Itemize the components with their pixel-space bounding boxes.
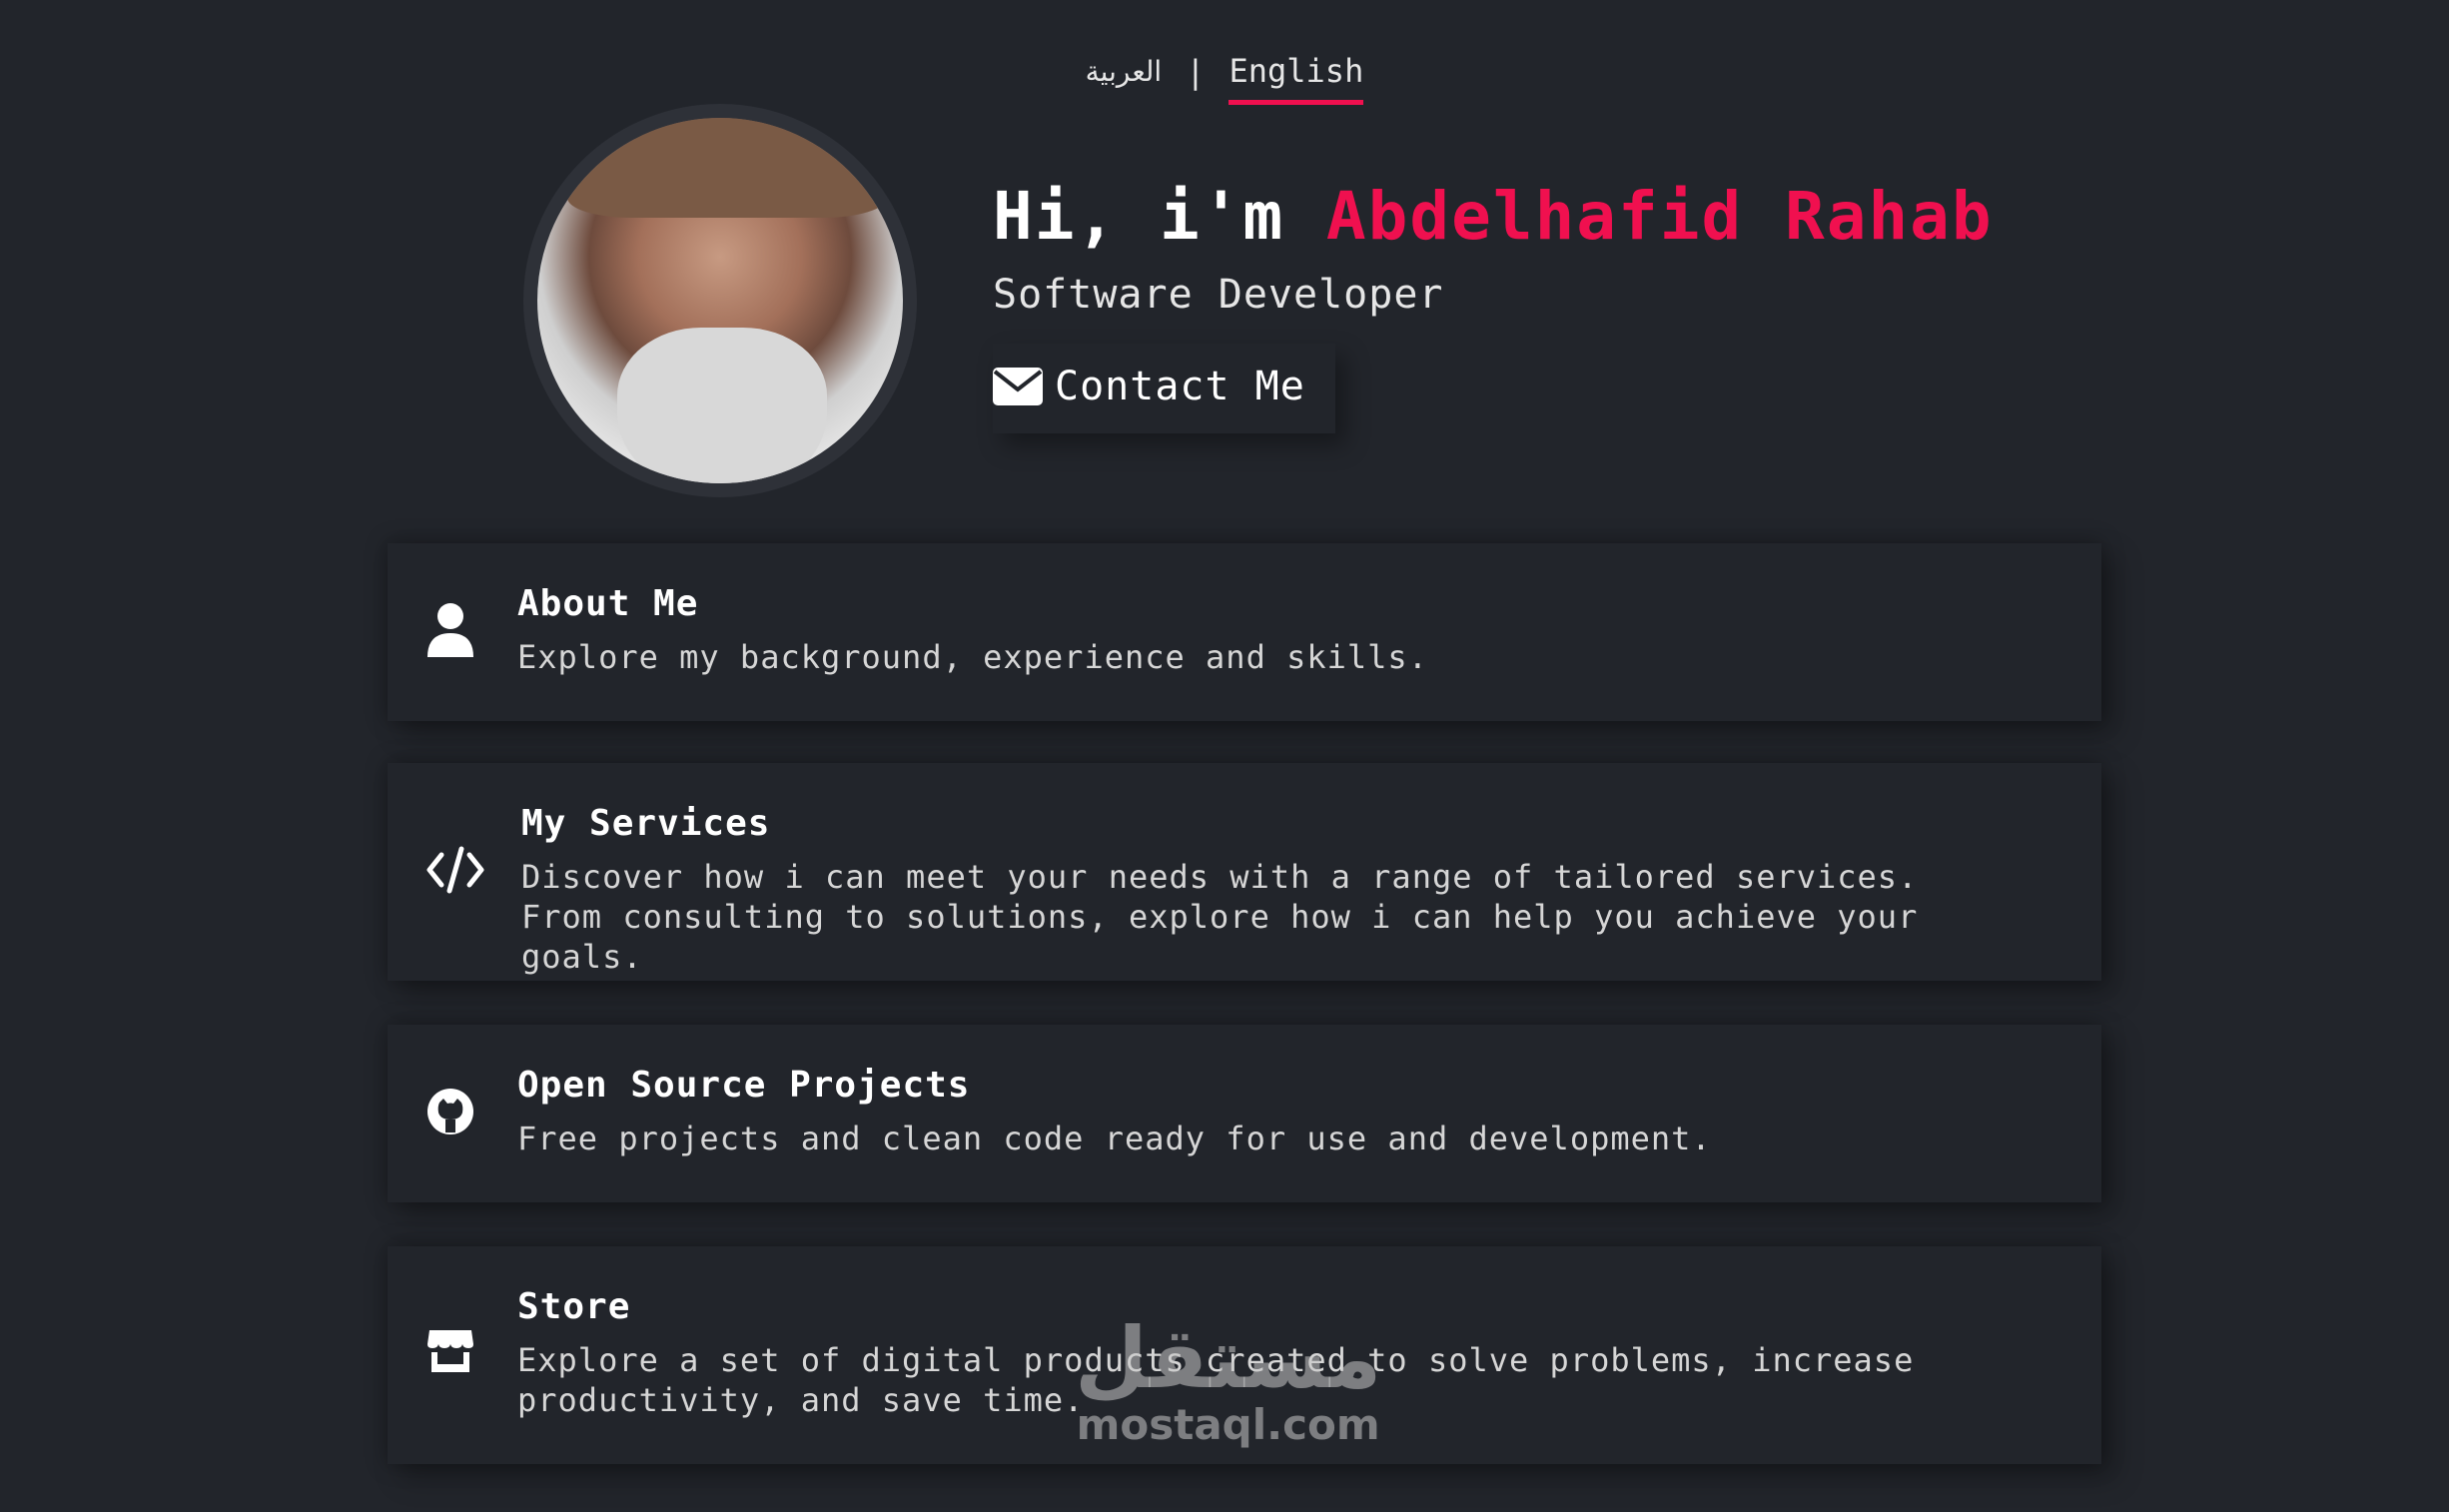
user-icon [425, 601, 475, 661]
card-title: My Services [521, 803, 771, 844]
avatar-hat-shape [567, 118, 887, 218]
avatar-beard-shape [617, 328, 827, 483]
card-description: Explore my background, experience and sk… [517, 638, 1428, 676]
developer-name: Abdelhafid Rahab [1325, 178, 1994, 255]
developer-role: Software Developer [993, 272, 1444, 318]
page-title: Hi, i'm Abdelhafid Rahab [993, 184, 1994, 250]
watermark-arabic: مستقل [1075, 1309, 1382, 1407]
card-open-source-projects[interactable]: Open Source Projects Free projects and c… [388, 1025, 2101, 1202]
hero-section: Hi, i'm Abdelhafid Rahab Software Develo… [523, 104, 1994, 497]
card-about-me[interactable]: About Me Explore my background, experien… [388, 543, 2101, 721]
language-switcher: العربية | English [0, 38, 2449, 105]
card-my-services[interactable]: My Services Discover how i can meet your… [388, 763, 2101, 981]
lang-separator: | [1186, 52, 1206, 91]
github-icon [425, 1087, 475, 1140]
card-title: About Me [517, 583, 699, 624]
card-title: Store [517, 1286, 631, 1327]
lang-english-link[interactable]: English [1228, 52, 1364, 105]
card-description: Discover how i can meet your needs with … [521, 858, 1919, 976]
lang-arabic-link[interactable]: العربية [1086, 55, 1163, 88]
store-icon [425, 1326, 475, 1380]
card-description: Free projects and clean code ready for u… [517, 1120, 1712, 1157]
watermark: مستقل mostaql.com [1075, 1316, 1381, 1449]
card-title: Open Source Projects [517, 1065, 971, 1106]
avatar [523, 104, 917, 497]
hero-text: Hi, i'm Abdelhafid Rahab Software Develo… [993, 184, 1994, 433]
watermark-latin: mostaql.com [1076, 1400, 1380, 1449]
code-icon [425, 845, 485, 899]
contact-button-label: Contact Me [1055, 364, 1305, 409]
greeting-text: Hi, i'm [993, 178, 1326, 255]
contact-button[interactable]: Contact Me [993, 344, 1335, 433]
envelope-icon [993, 368, 1043, 405]
